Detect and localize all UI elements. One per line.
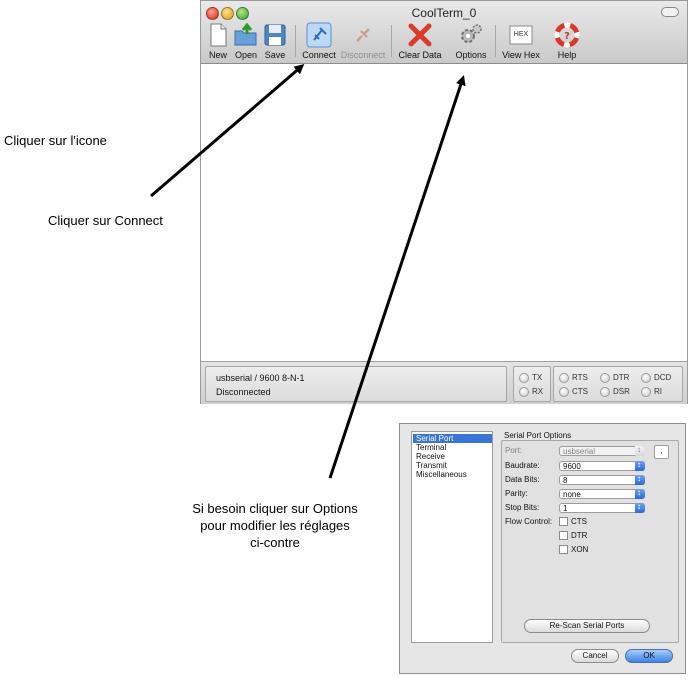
category-transmit[interactable]: Transmit: [416, 461, 447, 470]
annotation-click-options: Si besoin cliquer sur Options pour modif…: [150, 500, 400, 551]
options-category-list: Serial Port Terminal Receive Transmit Mi…: [411, 431, 493, 643]
cancel-button[interactable]: Cancel: [571, 649, 619, 663]
category-receive[interactable]: Receive: [416, 452, 445, 461]
stop-bits-select[interactable]: 1: [559, 502, 645, 513]
category-terminal[interactable]: Terminal: [416, 443, 446, 452]
annotation-options-line-1: Si besoin cliquer sur Options: [192, 501, 358, 516]
category-serial-port[interactable]: Serial Port: [413, 434, 492, 443]
port-label: Port:: [505, 446, 522, 455]
port-info-button[interactable]: ,: [654, 445, 669, 459]
baudrate-select[interactable]: 9600: [559, 460, 645, 471]
dtr-checkbox[interactable]: DTR: [559, 531, 587, 541]
baudrate-label: Baudrate:: [505, 461, 540, 470]
annotation-click-icon: Cliquer sur l'icone: [4, 133, 107, 148]
data-bits-value: 8: [563, 476, 568, 485]
flow-control-label: Flow Control:: [505, 517, 553, 526]
port-select[interactable]: usbserial: [559, 445, 645, 456]
options-dialog: Serial Port Terminal Receive Transmit Mi…: [399, 423, 686, 674]
stop-bits-label: Stop Bits:: [505, 503, 540, 512]
ok-button[interactable]: OK: [625, 649, 673, 663]
serial-port-options-panel: Port: usbserial , Baudrate: 9600 Data Bi…: [501, 440, 679, 643]
data-bits-label: Data Bits:: [505, 475, 540, 484]
annotation-click-connect: Cliquer sur Connect: [48, 213, 163, 228]
xon-checkbox[interactable]: XON: [559, 545, 588, 555]
parity-select[interactable]: none: [559, 488, 645, 499]
cts-checkbox[interactable]: CTS: [559, 517, 587, 527]
arrow-to-connect: [150, 64, 305, 198]
annotation-options-line-3: ci-contre: [250, 535, 300, 550]
serial-port-options-heading: Serial Port Options: [504, 431, 572, 440]
port-value: usbserial: [563, 447, 596, 456]
rescan-serial-ports-button[interactable]: Re-Scan Serial Ports: [524, 619, 650, 633]
arrow-to-options: [328, 75, 466, 479]
stop-bits-value: 1: [563, 504, 568, 513]
baudrate-value: 9600: [563, 462, 581, 471]
category-miscellaneous[interactable]: Miscellaneous: [416, 470, 467, 479]
data-bits-select[interactable]: 8: [559, 474, 645, 485]
parity-label: Parity:: [505, 489, 528, 498]
annotation-options-line-2: pour modifier les réglages: [200, 518, 350, 533]
parity-value: none: [563, 490, 581, 499]
